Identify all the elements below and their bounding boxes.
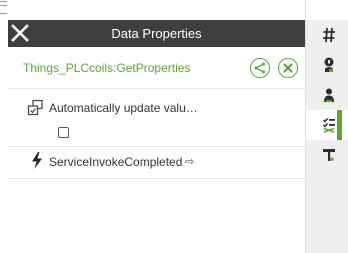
- right-toolbar: [306, 20, 348, 253]
- toolbar-item-list-check[interactable]: [306, 110, 348, 140]
- auto-update-checkbox[interactable]: [58, 127, 69, 138]
- toolbar-item-user[interactable]: [306, 80, 348, 110]
- arrow-right-icon[interactable]: ⇨: [185, 155, 194, 168]
- bind-button[interactable]: [250, 58, 270, 78]
- close-icon: [283, 63, 293, 73]
- toolbar-item-hash[interactable]: [306, 20, 348, 50]
- lightning-icon: [31, 152, 43, 174]
- user-icon: [324, 88, 334, 102]
- edge-tick: [0, 1, 7, 2]
- branch-icon: [254, 62, 265, 74]
- event-label: ServiceInvokeCompleted: [49, 155, 183, 169]
- auto-update-row: Automatically update valu…: [8, 89, 305, 147]
- list-check-icon: [322, 118, 335, 133]
- auto-update-label: Automatically update valu…: [49, 101, 198, 115]
- service-row: Things_PLCcoils:GetProperties: [8, 48, 305, 89]
- hammer-icon: [323, 149, 335, 162]
- data-properties-panel: Data Properties Things_PLCcoils:GetPrope…: [8, 0, 306, 253]
- service-name: Things_PLCcoils:GetProperties: [23, 61, 191, 75]
- toolbar-item-user-settings[interactable]: [306, 50, 348, 80]
- panel-title: Data Properties: [111, 26, 202, 41]
- user-settings-icon: [324, 57, 334, 72]
- event-row[interactable]: ServiceInvokeCompleted ⇨: [8, 147, 305, 179]
- edge-tick: [0, 13, 7, 14]
- auto-update-icon: [27, 99, 44, 121]
- remove-button[interactable]: [278, 58, 298, 78]
- toolbar-item-hammer[interactable]: [306, 140, 348, 170]
- edge-tick: [0, 5, 7, 6]
- hash-icon: [323, 27, 335, 43]
- panel-header: Data Properties: [8, 20, 305, 47]
